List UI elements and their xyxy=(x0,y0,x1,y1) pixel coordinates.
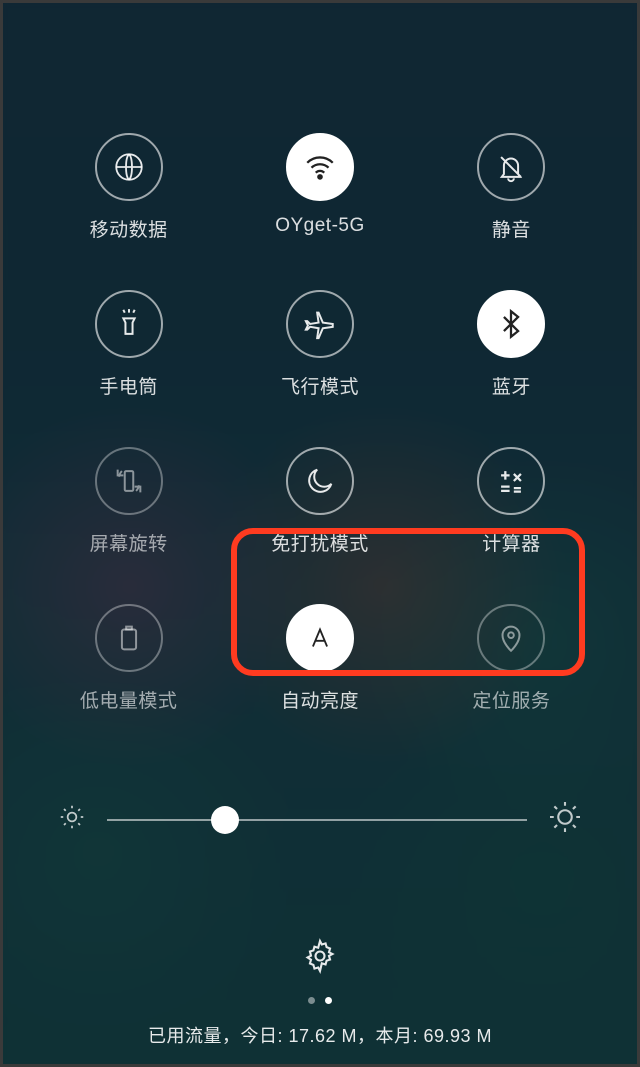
data-usage-status: 已用流量，今日: 17.62 M，本月: 69.93 M xyxy=(148,1022,492,1048)
settings-button[interactable] xyxy=(302,938,338,979)
bluetooth-icon xyxy=(477,290,545,358)
rotation-icon xyxy=(95,447,163,515)
moon-icon xyxy=(286,447,354,515)
tile-label: OYget-5G xyxy=(275,215,365,237)
tile-mobile-data[interactable]: 移动数据 xyxy=(33,133,224,242)
sun-small-icon xyxy=(57,802,87,837)
tile-label: 移动数据 xyxy=(90,215,168,242)
device-frame: 移动数据 OYget-5G 静音 手电筒 xyxy=(0,0,640,1067)
page-dot xyxy=(308,997,315,1004)
tile-rotation[interactable]: 屏幕旋转 xyxy=(33,447,224,556)
tile-label: 低电量模式 xyxy=(80,686,178,713)
tile-label: 蓝牙 xyxy=(492,372,531,399)
tile-dnd[interactable]: 免打扰模式 xyxy=(224,447,415,556)
airplane-icon xyxy=(286,290,354,358)
tile-label: 屏幕旋转 xyxy=(90,529,168,556)
page-indicator[interactable] xyxy=(308,997,332,1004)
tile-label: 自动亮度 xyxy=(281,686,359,713)
tile-location[interactable]: 定位服务 xyxy=(416,604,607,713)
tile-auto-brightness[interactable]: 自动亮度 xyxy=(224,604,415,713)
calculator-icon xyxy=(477,447,545,515)
auto-brightness-icon xyxy=(286,604,354,672)
brightness-slider[interactable] xyxy=(107,819,527,821)
battery-icon xyxy=(95,604,163,672)
tile-low-power[interactable]: 低电量模式 xyxy=(33,604,224,713)
toggle-grid: 移动数据 OYget-5G 静音 手电筒 xyxy=(3,133,637,713)
tile-label: 飞行模式 xyxy=(281,372,359,399)
flashlight-icon xyxy=(95,290,163,358)
tile-label: 手电筒 xyxy=(99,372,158,399)
sun-large-icon xyxy=(547,799,583,840)
page-dot-active xyxy=(325,997,332,1004)
tile-label: 免打扰模式 xyxy=(271,529,369,556)
tile-wifi[interactable]: OYget-5G xyxy=(224,133,415,242)
bottom-area: 已用流量，今日: 17.62 M，本月: 69.93 M xyxy=(3,938,637,1064)
tile-bluetooth[interactable]: 蓝牙 xyxy=(416,290,607,399)
bell-off-icon xyxy=(477,133,545,201)
control-center: 移动数据 OYget-5G 静音 手电筒 xyxy=(3,3,637,1064)
location-pin-icon xyxy=(477,604,545,672)
brightness-thumb[interactable] xyxy=(211,806,239,834)
tile-mute[interactable]: 静音 xyxy=(416,133,607,242)
tile-airplane[interactable]: 飞行模式 xyxy=(224,290,415,399)
tile-calculator[interactable]: 计算器 xyxy=(416,447,607,556)
wifi-icon xyxy=(286,133,354,201)
tile-label: 定位服务 xyxy=(472,686,550,713)
tile-flashlight[interactable]: 手电筒 xyxy=(33,290,224,399)
tile-label: 静音 xyxy=(492,215,531,242)
tile-label: 计算器 xyxy=(482,529,541,556)
brightness-slider-row xyxy=(3,799,637,840)
globe-icon xyxy=(95,133,163,201)
